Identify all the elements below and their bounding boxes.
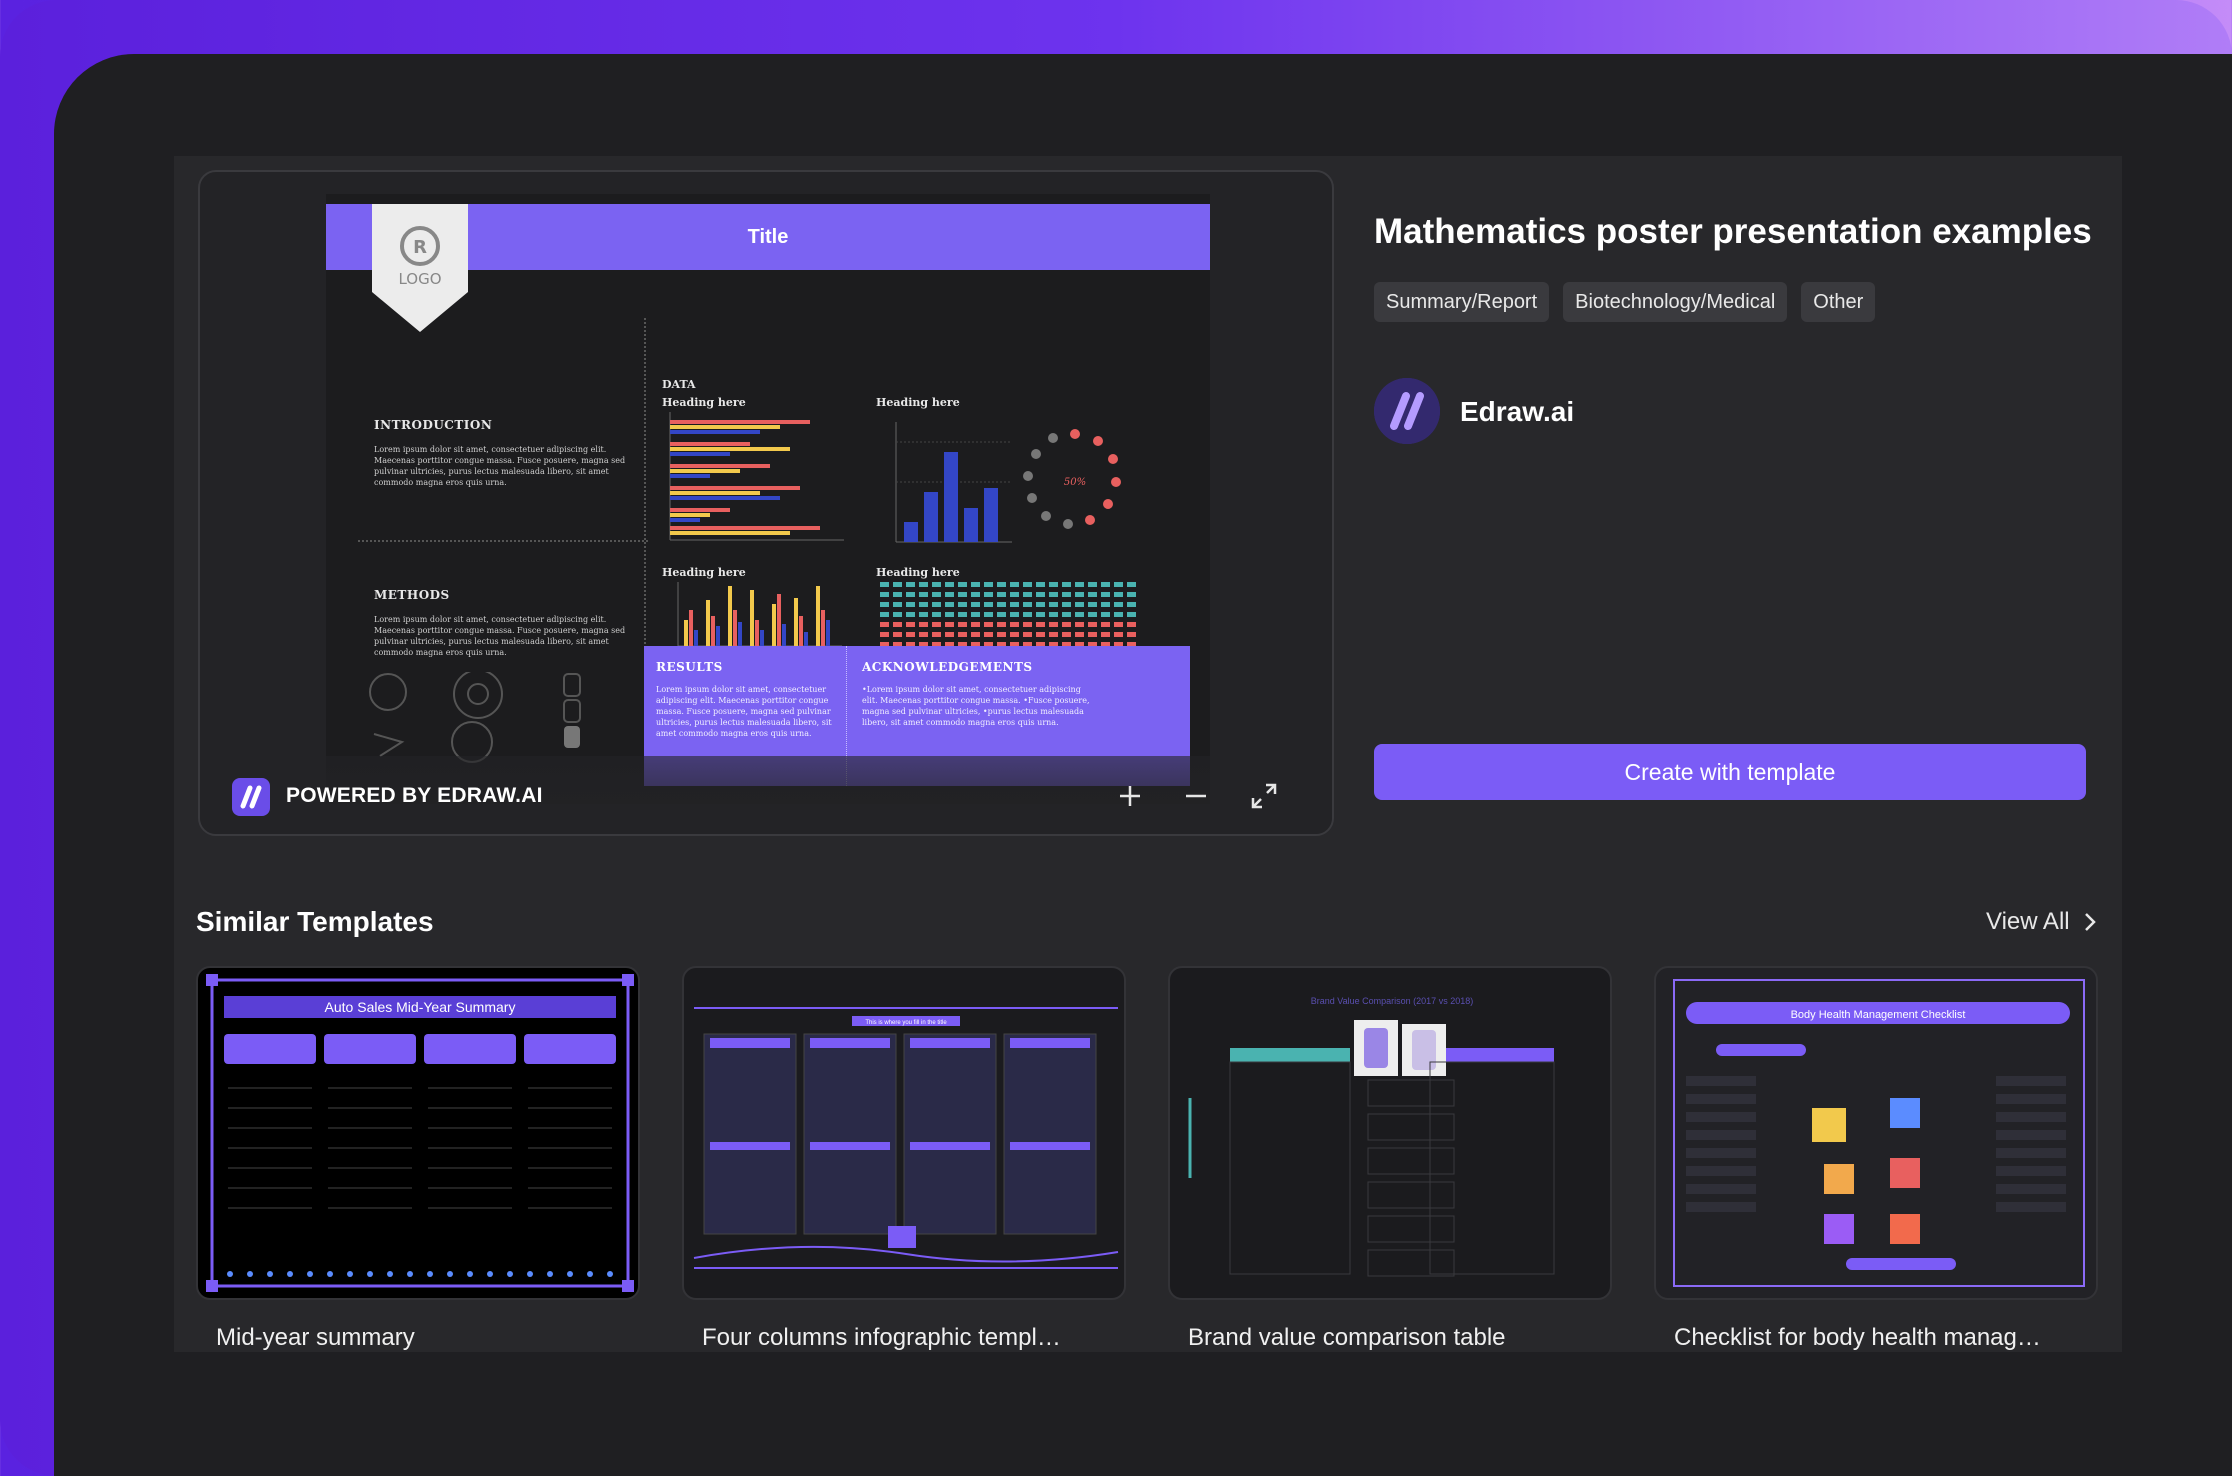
author-avatar <box>1374 378 1440 444</box>
template-card[interactable]: This is where you fill in the title <box>682 966 1126 1300</box>
acknowledgements-text: •Lorem ipsum dolor sit amet, consectetue… <box>862 685 1090 727</box>
edraw-logo-icon <box>232 778 270 816</box>
divider <box>644 318 646 648</box>
horizontal-bar-chart <box>669 412 844 541</box>
similar-templates-heading: Similar Templates <box>196 906 434 937</box>
acknowledgements-label: ACKNOWLEDGEMENTS <box>862 660 1033 674</box>
svg-text:Auto Sales Mid-Year Summary: Auto Sales Mid-Year Summary <box>325 999 516 1015</box>
svg-text:Brand Value Comparison (2017 v: Brand Value Comparison (2017 vs 2018) <box>1311 996 1473 1006</box>
powered-by-label: POWERED BY EDRAW.AI <box>286 784 543 807</box>
template-title: Mathematics poster presentation examples <box>1374 212 2092 251</box>
methods-text: Lorem ipsum dolor sit amet, consectetuer… <box>374 615 626 657</box>
data-label: DATA <box>662 378 696 391</box>
card-label[interactable]: Brand value comparison table <box>1188 1324 1506 1352</box>
tag[interactable]: Biotechnology/Medical <box>1563 282 1788 322</box>
card-thumbnail: This is where you fill in the title <box>693 1007 1119 1269</box>
introduction-text: Lorem ipsum dolor sit amet, consectetuer… <box>374 445 626 487</box>
card-thumbnail: Auto Sales Mid-Year Summary <box>206 974 634 1292</box>
divider <box>358 540 648 542</box>
chart-heading: Heading here <box>662 396 746 409</box>
template-card[interactable]: Brand Value Comparison (2017 vs 2018) <box>1168 966 1612 1300</box>
dot-donut-chart: 50% <box>1023 429 1121 529</box>
tag-list: Summary/Report Biotechnology/Medical Oth… <box>1374 282 1876 322</box>
svg-text:LOGO: LOGO <box>398 270 441 288</box>
vertical-bar-chart <box>895 422 1012 543</box>
card-label[interactable]: Checklist for body health manag… <box>1674 1324 2041 1352</box>
chart-heading: Heading here <box>876 566 960 579</box>
tag[interactable]: Other <box>1801 282 1876 322</box>
chart-heading: Heading here <box>876 396 960 409</box>
zoom-out-icon[interactable] <box>1176 776 1216 816</box>
svg-text:50%: 50% <box>1064 477 1086 488</box>
grouped-bar-chart <box>677 582 842 647</box>
view-all-link[interactable]: View All <box>1986 908 2096 936</box>
create-with-template-button[interactable]: Create with template <box>1374 744 2086 800</box>
fullscreen-icon[interactable] <box>1244 776 1284 816</box>
card-label[interactable]: Mid-year summary <box>216 1324 415 1352</box>
card-label[interactable]: Four columns infographic templ… <box>702 1324 1061 1352</box>
results-label: RESULTS <box>656 660 723 674</box>
results-text: Lorem ipsum dolor sit amet, consectetuer… <box>656 685 832 738</box>
template-card[interactable]: Auto Sales Mid-Year Summary <box>196 966 640 1300</box>
zoom-in-icon[interactable] <box>1110 776 1150 816</box>
author-name[interactable]: Edraw.ai <box>1460 396 1574 428</box>
svg-text:This is where you fill in the: This is where you fill in the title <box>865 1020 947 1026</box>
logo-badge: R LOGO <box>372 204 468 332</box>
view-all-label: View All <box>1986 908 2070 935</box>
poster-preview: Title R LOGO INTRODUCTION Lorem ipsum do… <box>326 194 1210 804</box>
chart-heading: Heading here <box>662 566 746 579</box>
methods-label: METHODS <box>374 588 450 602</box>
card-thumbnail: Body Health Management Checklist <box>1673 979 2085 1287</box>
template-preview[interactable]: Title R LOGO INTRODUCTION Lorem ipsum do… <box>198 170 1334 836</box>
svg-text:R: R <box>413 237 427 258</box>
template-card[interactable]: Body Health Management Checklist <box>1654 966 2098 1300</box>
card-thumbnail: Brand Value Comparison (2017 vs 2018) <box>1188 996 1555 1277</box>
svg-text:Body Health Management Checkli: Body Health Management Checklist <box>1791 1009 1966 1021</box>
chevron-right-icon <box>2084 913 2096 931</box>
tag[interactable]: Summary/Report <box>1374 282 1550 322</box>
introduction-label: INTRODUCTION <box>374 418 493 432</box>
